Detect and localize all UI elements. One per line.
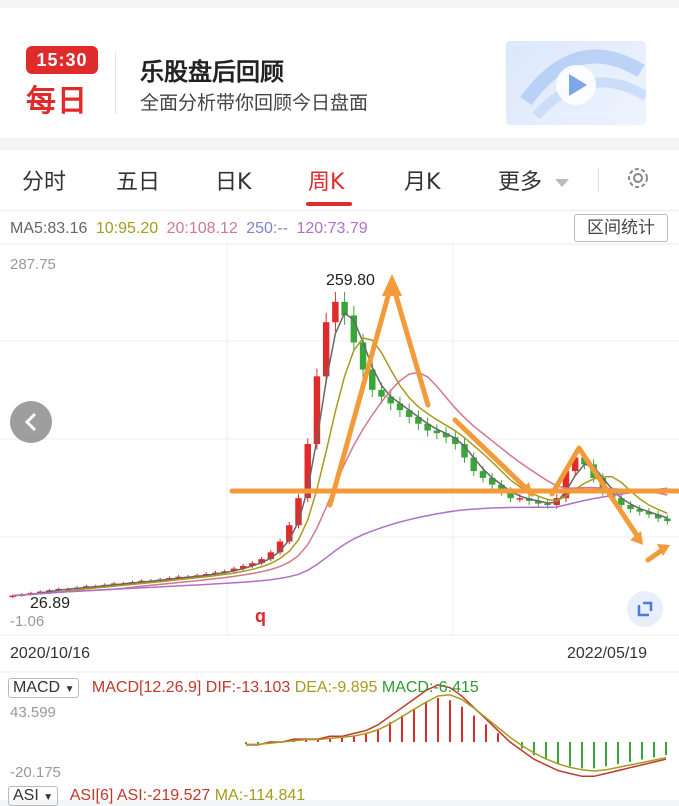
ma120-value: 120:73.79 xyxy=(296,220,368,237)
start-date: 2020/10/16 xyxy=(10,645,91,662)
macd-selector[interactable]: MACD ▼ xyxy=(8,678,80,698)
low-price-label: 26.89 xyxy=(30,595,71,612)
candle-body xyxy=(378,389,385,397)
price-axis-top: 287.75 xyxy=(10,256,56,273)
ma10-value: 10:95.20 xyxy=(95,220,159,237)
candle-body xyxy=(479,471,487,478)
asi-selector-label: ASI xyxy=(13,787,39,804)
ma20-line xyxy=(12,371,668,597)
macd-selector-label: MACD xyxy=(13,679,61,696)
macd-dif: DIF:-13.103 xyxy=(205,679,291,696)
expand-icon[interactable] xyxy=(627,591,663,627)
price-axis-bottom: -1.06 xyxy=(10,613,45,630)
macd-legend: MACD ▼ MACD[12.26.9] DIF:-13.103 DEA:-9.… xyxy=(8,678,479,698)
macd-value: MACD:-6.415 xyxy=(381,679,479,696)
asi-params: ASI[6] ASI:-219.527 xyxy=(69,787,211,804)
macd-dea-line xyxy=(246,694,667,772)
ma250-value: 250:-- xyxy=(246,220,289,237)
asi-legend: ASI ▼ ASI[6] ASI:-219.527 MA:-114.841 xyxy=(8,786,305,806)
event-marker[interactable]: q xyxy=(255,606,266,627)
range-stat-button[interactable]: 区间统计 xyxy=(574,214,668,242)
candle-body xyxy=(516,498,524,500)
asi-selector[interactable]: ASI ▼ xyxy=(8,786,59,806)
macd-dea: DEA:-9.895 xyxy=(294,679,378,696)
chevron-left-icon[interactable] xyxy=(10,401,52,443)
ma20-value: 20:108.12 xyxy=(166,220,238,237)
ma120-line xyxy=(12,487,668,597)
ma-legend: MA5:83.16 10:95.20 20:108.12 250:-- 120:… xyxy=(10,220,372,238)
candle-body xyxy=(313,376,321,445)
macd-axis-bottom: -20.175 xyxy=(10,764,61,781)
end-date: 2022/05/19 xyxy=(567,645,648,662)
candle-body xyxy=(664,518,671,522)
ma5-line xyxy=(12,312,668,597)
chevron-down-icon: ▼ xyxy=(64,684,75,695)
asi-ma: MA:-114.841 xyxy=(214,787,306,804)
macd-dif-line xyxy=(246,684,667,778)
candle-body xyxy=(332,301,339,323)
macd-params: MACD[12.26.9] xyxy=(91,679,202,696)
ma5-value: MA5:83.16 xyxy=(10,220,88,237)
chevron-down-icon: ▼ xyxy=(43,792,54,803)
macd-axis-top: 43.599 xyxy=(10,704,56,721)
high-price-label: 259.80 xyxy=(326,272,375,289)
